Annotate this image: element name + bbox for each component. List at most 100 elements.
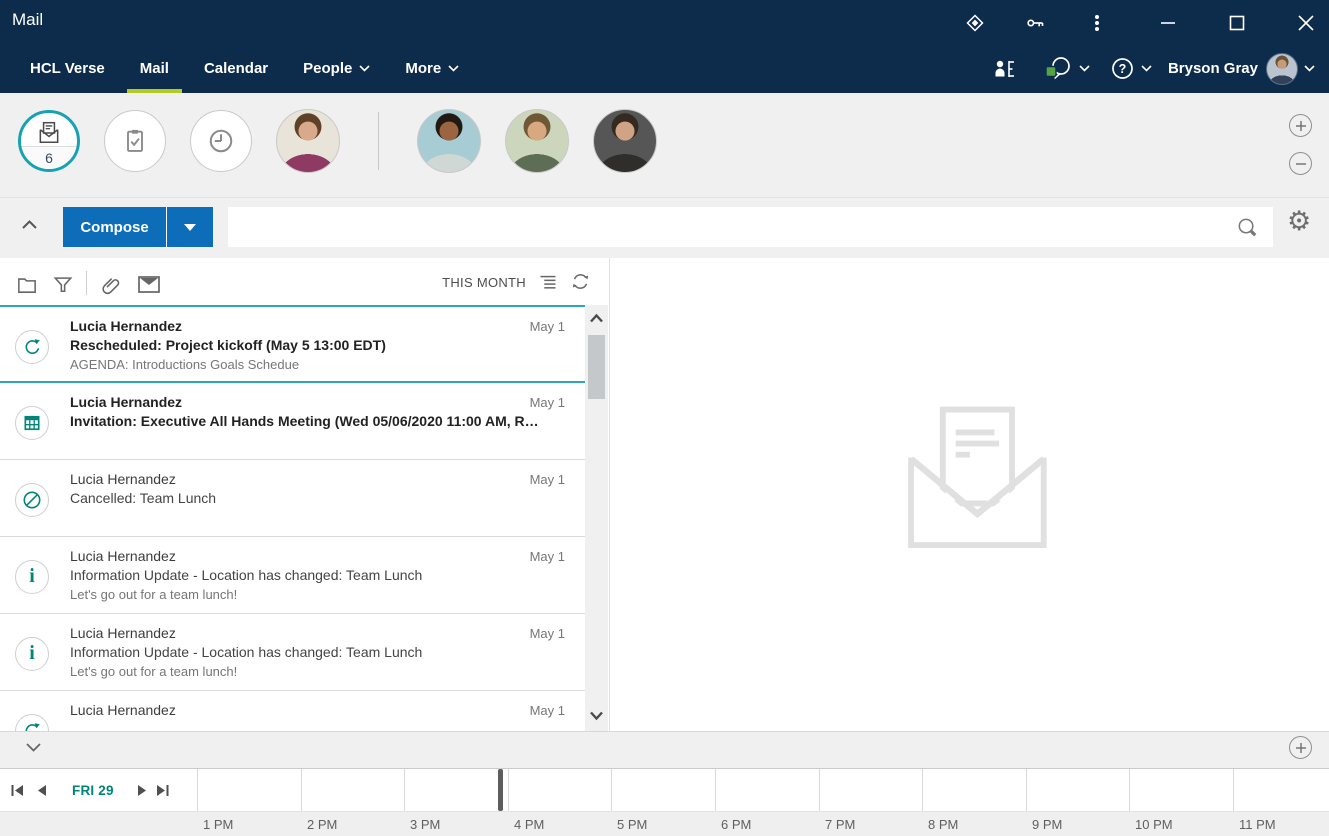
compose-dropdown-button[interactable] [166, 207, 213, 247]
mail-sender: Lucia Hernandez [70, 625, 176, 641]
chat-status-icon[interactable] [1043, 56, 1073, 81]
attachment-paperclip-icon[interactable] [100, 275, 123, 297]
hour-gridline [611, 769, 612, 811]
mail-list-pane: THIS MONTH Lucia Hernandez Rescheduled: P… [0, 258, 610, 731]
compose-button[interactable]: Compose [63, 207, 166, 247]
hour-label: 7 PM [825, 817, 856, 832]
info-icon: i [15, 560, 49, 594]
mail-sender: Lucia Hernandez [70, 318, 183, 334]
mail-date: May 1 [529, 703, 565, 718]
quick-access-circles: 6 [18, 109, 657, 173]
pinned-person-avatar[interactable] [276, 109, 340, 173]
remove-person-button[interactable] [1289, 152, 1312, 175]
list-range-tools: THIS MONTH [442, 271, 591, 292]
add-event-button[interactable] [1289, 736, 1312, 759]
scroll-down-icon[interactable] [589, 711, 604, 721]
search-icon[interactable] [1236, 216, 1259, 239]
timeline-date-nav: FRI 29 [10, 769, 170, 811]
previous-day-icon[interactable] [35, 784, 48, 797]
people-bar-divider [378, 112, 379, 170]
hour-gridline [819, 769, 820, 811]
mail-list-scrollbar[interactable] [585, 305, 608, 731]
next-day-icon[interactable] [136, 784, 149, 797]
mail-date: May 1 [529, 626, 565, 641]
refresh-sync-icon[interactable] [570, 271, 591, 292]
mail-list-item[interactable]: Lucia Hernandez Cancelled: Team Lunch May … [0, 460, 585, 537]
user-avatar[interactable] [1266, 52, 1298, 85]
scroll-up-icon[interactable] [589, 313, 604, 323]
minimize-button[interactable] [1157, 12, 1179, 34]
maximize-button[interactable] [1226, 12, 1248, 34]
chevron-down-icon [359, 65, 370, 72]
user-name[interactable]: Bryson Gray [1168, 60, 1258, 77]
mail-date: May 1 [529, 319, 565, 334]
sort-lines-icon[interactable] [538, 272, 558, 292]
mail-list-item[interactable]: Lucia Hernandez May 1 [0, 691, 585, 731]
cancelled-icon [15, 483, 49, 517]
user-menu-chevron-icon[interactable] [1304, 65, 1315, 72]
todo-circle-button[interactable] [104, 110, 166, 172]
hour-gridline [922, 769, 923, 811]
pinned-person-avatar[interactable] [593, 109, 657, 173]
overflow-menu-icon[interactable] [1086, 12, 1108, 34]
hour-label: 2 PM [307, 817, 338, 832]
filter-funnel-icon[interactable] [52, 275, 74, 294]
calendar-timeline: FRI 29 [0, 768, 1329, 811]
mail-subject: Information Update - Location has change… [70, 567, 423, 583]
nav-item-more[interactable]: More [405, 44, 459, 93]
settings-gear-icon[interactable]: ⚙ [1287, 206, 1311, 237]
hour-label: 3 PM [410, 817, 441, 832]
app-switcher-icon[interactable] [964, 12, 986, 34]
nav-item-people[interactable]: People [303, 44, 370, 93]
timeline-date-label[interactable]: FRI 29 [72, 783, 114, 798]
envelope-icon[interactable] [137, 275, 161, 294]
pinned-person-avatar[interactable] [417, 109, 481, 173]
info-icon: i [15, 637, 49, 671]
calendar-icon [15, 406, 49, 440]
nav-item-calendar[interactable]: Calendar [204, 44, 268, 93]
primary-nav-items: HCL Verse Mail Calendar People More [30, 44, 459, 93]
svg-text:?: ? [1119, 62, 1127, 76]
first-day-icon[interactable] [10, 784, 25, 797]
mail-list-toolbar: THIS MONTH [0, 258, 610, 305]
mail-sender: Lucia Hernandez [70, 471, 176, 487]
close-button[interactable] [1295, 12, 1317, 34]
mail-list-item[interactable]: Lucia Hernandez Rescheduled: Project kick… [0, 305, 585, 383]
inbox-circle-button[interactable]: 6 [18, 110, 80, 172]
scrollbar-thumb[interactable] [588, 335, 605, 399]
mail-list: Lucia Hernandez Rescheduled: Project kick… [0, 305, 585, 731]
hour-gridline [1026, 769, 1027, 811]
folder-icon[interactable] [16, 275, 38, 294]
waiting-for-circle-button[interactable] [190, 110, 252, 172]
help-icon[interactable]: ? [1110, 56, 1135, 81]
hour-label: 9 PM [1032, 817, 1063, 832]
mail-preview: AGENDA: Introductions Goals Schedue [70, 357, 300, 372]
mail-subject: Cancelled: Team Lunch [70, 490, 217, 506]
pinned-person-avatar[interactable] [505, 109, 569, 173]
window-titlebar: Mail [0, 0, 1329, 44]
mail-subject: Rescheduled: Project kickoff (May 5 13:0… [70, 337, 386, 353]
last-day-icon[interactable] [155, 784, 170, 797]
search-bar [228, 207, 1273, 247]
date-range-label[interactable]: THIS MONTH [442, 275, 526, 290]
mail-list-item[interactable]: i Lucia Hernandez Information Update - Loc… [0, 537, 585, 614]
mail-sender: Lucia Hernandez [70, 702, 176, 718]
search-input[interactable] [228, 207, 1232, 247]
key-icon[interactable] [1024, 12, 1046, 34]
collapse-people-bar-chevron-icon[interactable] [21, 219, 38, 230]
nav-item-mail[interactable]: Mail [126, 44, 183, 93]
collapse-calendar-chevron-icon[interactable] [25, 742, 42, 753]
important-to-me-icon[interactable] [993, 58, 1017, 80]
mail-list-item[interactable]: i Lucia Hernandez Information Update - Loc… [0, 614, 585, 691]
nav-item-hcl-verse[interactable]: HCL Verse [30, 44, 105, 93]
mail-list-item[interactable]: Lucia Hernandez Invitation: Executive All… [0, 383, 585, 460]
clock-icon [206, 126, 236, 156]
mail-date: May 1 [529, 549, 565, 564]
mail-date: May 1 [529, 395, 565, 410]
compose-split-button: Compose [63, 207, 213, 247]
hour-gridline [404, 769, 405, 811]
add-person-button[interactable] [1289, 114, 1312, 137]
mail-sender: Lucia Hernandez [70, 548, 176, 564]
help-chevron-icon[interactable] [1141, 65, 1152, 72]
chat-status-chevron-icon[interactable] [1079, 65, 1090, 72]
